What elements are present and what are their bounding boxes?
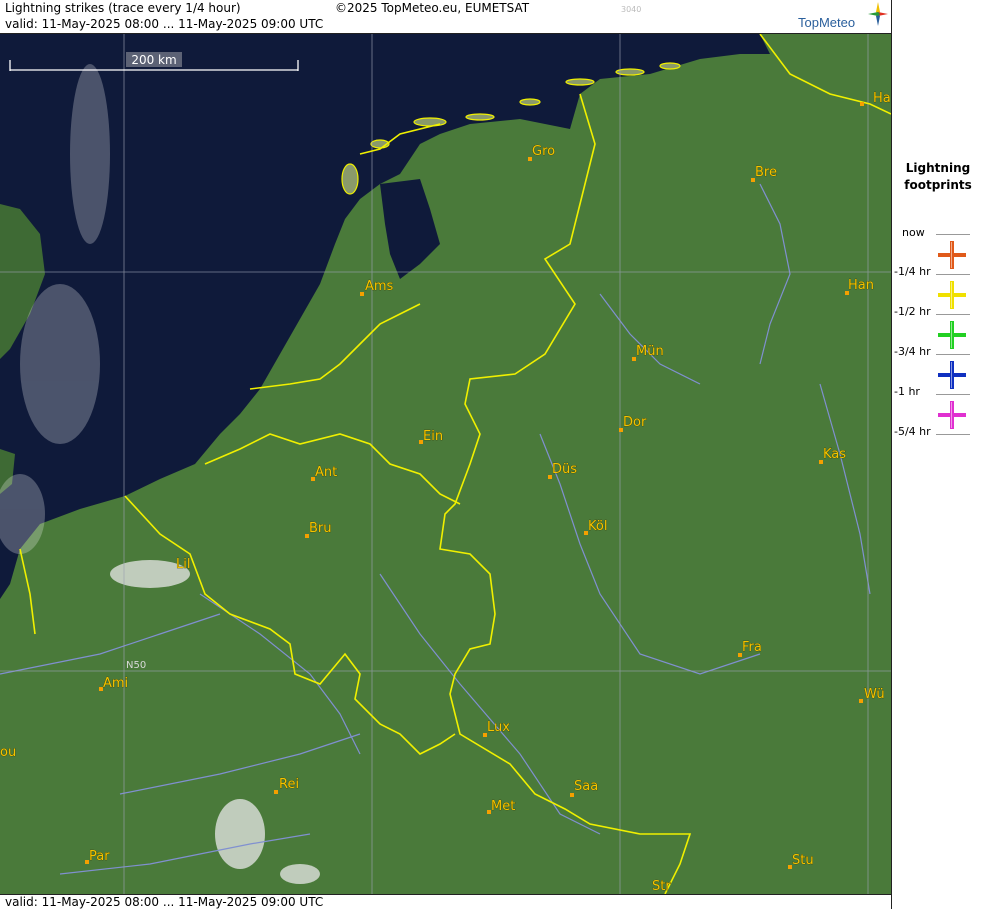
city-label-dus: Düs <box>552 462 577 477</box>
valid-time: valid: 11-May-2025 08:00 ... 11-May-2025… <box>5 17 324 31</box>
city-label-par: Par <box>89 849 110 864</box>
legend-divider <box>936 354 970 355</box>
city-label-ami: Ami <box>103 676 128 691</box>
topmeteo-logo: TopMeteo <box>798 2 890 32</box>
legend-label-half: -1/2 hr <box>894 305 931 318</box>
legend-label-now: now <box>902 226 925 239</box>
legend-title-line2: footprints <box>904 178 972 192</box>
cross-one-hour-icon <box>938 401 966 429</box>
map-footer: valid: 11-May-2025 08:00 ... 11-May-2025… <box>0 894 891 910</box>
cross-three-quarter-icon <box>938 361 966 389</box>
city-label-kas: Kas <box>823 447 846 462</box>
city-label-lux: Lux <box>487 720 510 735</box>
satellite-map[interactable]: 200 km N50 Gro Bre Ha Ams Han Mün Dor Ei… <box>0 34 891 894</box>
lightning-legend: Lightning footprints now -1/4 hr -1/2 hr… <box>891 0 983 909</box>
cross-now-icon <box>938 241 966 269</box>
legend-divider <box>936 274 970 275</box>
latitude-label: N50 <box>126 660 146 671</box>
city-label-dor: Dor <box>623 415 647 430</box>
city-label-lil: Lil <box>176 557 190 572</box>
map-header: Lightning strikes (trace every 1/4 hour)… <box>0 0 891 34</box>
legend-title-line1: Lightning <box>905 161 971 175</box>
city-label-han: Han <box>848 278 874 293</box>
legend-divider <box>936 394 970 395</box>
city-label-ant: Ant <box>315 465 337 480</box>
city-label-ha: Ha <box>873 91 891 106</box>
city-label-bru: Bru <box>309 521 332 536</box>
logo-text: TopMeteo <box>798 15 856 30</box>
city-label-bre: Bre <box>755 165 777 180</box>
compass-star-icon <box>868 2 888 26</box>
legend-divider <box>936 314 970 315</box>
city-label-ams: Ams <box>365 279 394 294</box>
scale-bar-label: 200 km <box>131 53 176 67</box>
legend-divider <box>936 434 970 435</box>
cross-half-icon <box>938 321 966 349</box>
city-label-wu: Wü <box>864 687 885 702</box>
city-label-fra: Fra <box>742 640 762 655</box>
image-id: 3040 <box>621 5 642 14</box>
city-label-mun: Mün <box>636 344 664 359</box>
city-label-ou: ou <box>0 745 16 760</box>
city-label-met: Met <box>491 799 515 814</box>
cross-quarter-icon <box>938 281 966 309</box>
footer-valid-time: valid: 11-May-2025 08:00 ... 11-May-2025… <box>5 895 324 909</box>
copyright: ©2025 TopMeteo.eu, EUMETSAT <box>335 1 530 15</box>
legend-label-one-hour: -1 hr <box>894 385 920 398</box>
legend-label-three-quarter: -3/4 hr <box>894 345 931 358</box>
legend-label-quarter: -1/4 hr <box>894 265 931 278</box>
map-title: Lightning strikes (trace every 1/4 hour) <box>5 1 241 15</box>
city-label-kol: Köl <box>588 519 607 534</box>
legend-label-five-quarter: -5/4 hr <box>894 425 931 438</box>
city-label-saa: Saa <box>574 779 598 794</box>
city-label-rei: Rei <box>279 777 299 792</box>
city-label-stu: Stu <box>792 853 814 868</box>
legend-divider <box>936 234 970 235</box>
city-label-str: Str <box>652 879 671 894</box>
city-label-gro: Gro <box>532 144 555 159</box>
legend-title: Lightning footprints <box>892 160 983 194</box>
city-label-ein: Ein <box>423 429 443 444</box>
